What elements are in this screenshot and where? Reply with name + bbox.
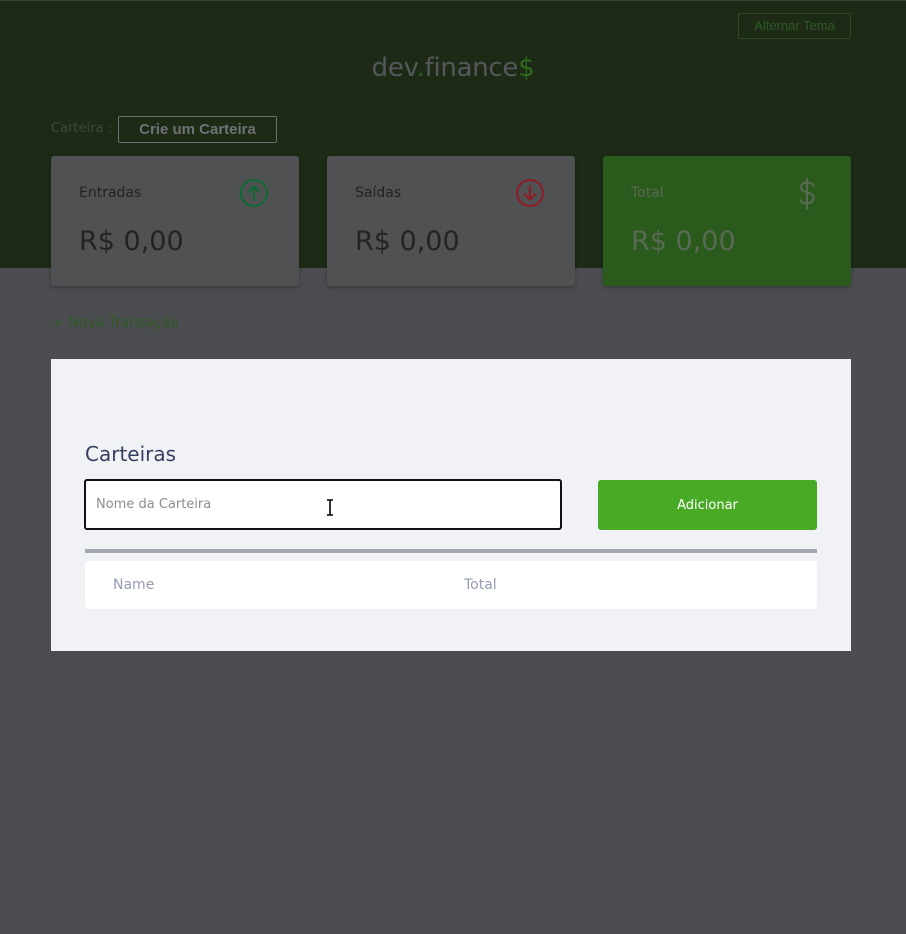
create-wallet-button[interactable]: Crie um Carteira	[118, 116, 277, 143]
wallets-table-header: Name Total	[85, 561, 817, 609]
divider	[85, 549, 817, 553]
expense-card: Saídas R$ 0,00	[327, 156, 575, 286]
arrow-down-circle-icon	[516, 179, 544, 207]
logo-dot: .	[416, 53, 425, 83]
income-label: Entradas	[79, 185, 142, 201]
logo-dollar: $	[518, 53, 535, 83]
dollar-icon	[799, 178, 815, 210]
income-value: R$ 0,00	[79, 226, 184, 257]
wallet-label: Carteira :	[51, 121, 112, 136]
wallet-name-input[interactable]	[84, 479, 562, 530]
logo-part-dev: dev	[371, 53, 417, 83]
total-value: R$ 0,00	[631, 226, 736, 257]
expense-value: R$ 0,00	[355, 226, 460, 257]
arrow-up-circle-icon	[240, 179, 268, 207]
logo-part-finance: finance	[424, 53, 519, 83]
total-card: Total R$ 0,00	[603, 156, 851, 286]
expense-label: Saídas	[355, 185, 402, 201]
text-cursor-icon	[327, 499, 333, 516]
logo: dev.finance$	[0, 53, 906, 83]
column-header-total: Total	[464, 577, 497, 593]
add-wallet-button[interactable]: Adicionar	[598, 480, 817, 530]
modal-title: Carteiras	[85, 442, 177, 466]
income-card: Entradas R$ 0,00	[51, 156, 299, 286]
column-header-name: Name	[113, 577, 155, 593]
wallets-modal: Carteiras Adicionar Name Total	[51, 359, 851, 651]
toggle-theme-button[interactable]: Alternar Tema	[738, 13, 851, 39]
new-transaction-link[interactable]: + Nova Transação	[52, 315, 179, 331]
total-label: Total	[631, 185, 664, 201]
